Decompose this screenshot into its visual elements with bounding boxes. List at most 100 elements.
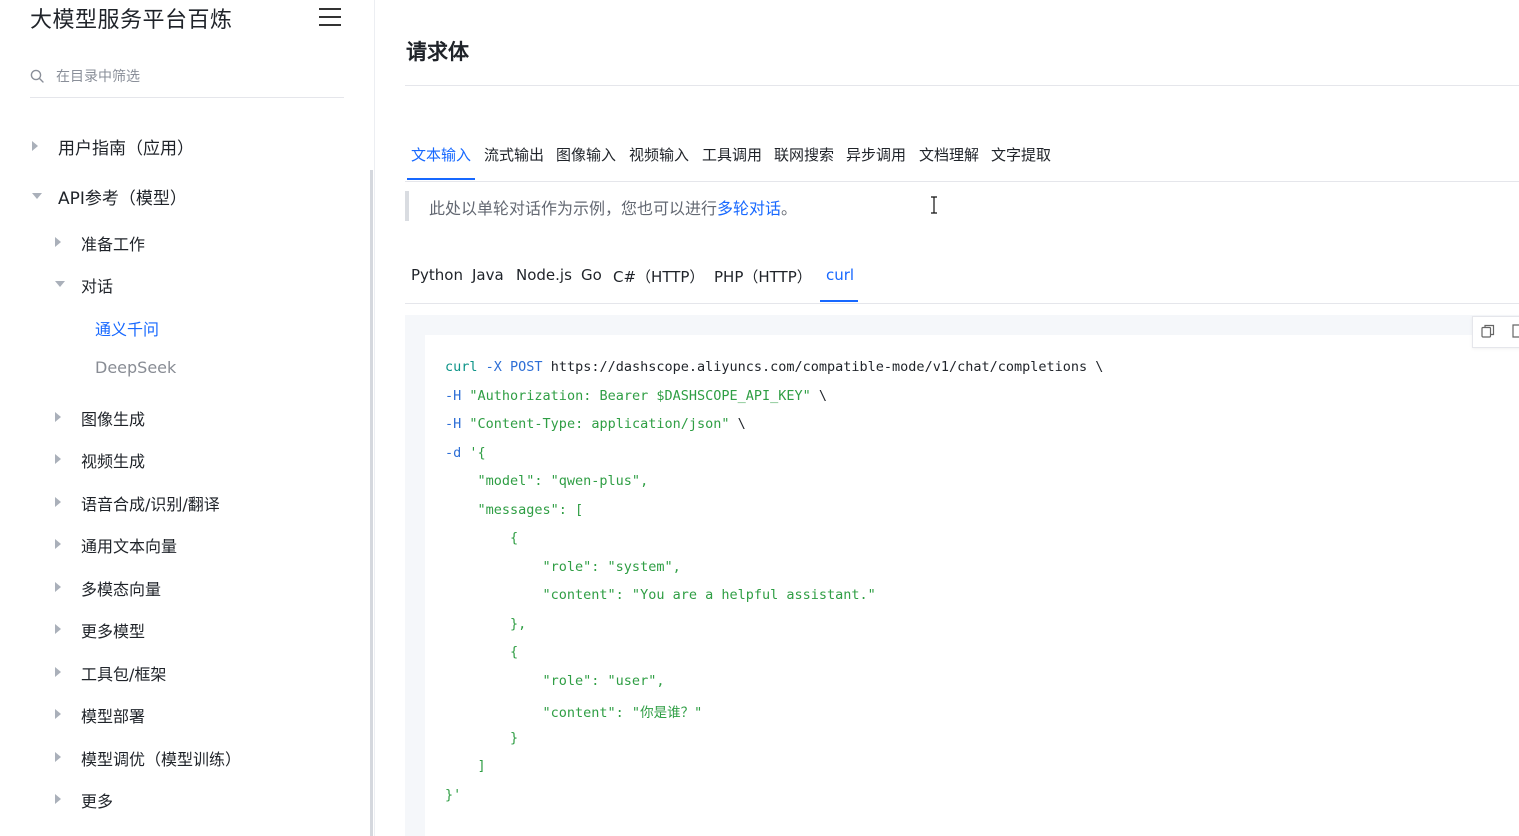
code-line: "messages": [ [445,501,584,522]
caret-right-icon [55,539,61,549]
language-tabs: Python Java Node.js Go C#（HTTP） PHP（HTTP） curl [405,262,1519,304]
multi-turn-link[interactable]: 多轮对话 [717,199,781,218]
sidebar-item-label: 语音合成/识别/翻译 [81,495,220,514]
language-tab[interactable]: PHP（HTTP） [714,266,812,287]
sidebar-item[interactable]: 工具包/框架 [0,661,360,684]
sidebar-item[interactable]: 通用文本向量 [0,533,360,556]
code-line: -d '{ [445,445,486,465]
code-token: -H [445,387,462,404]
copy-icon[interactable] [1481,324,1495,338]
active-tab-indicator [407,178,475,180]
code-token: "role": "user", [445,672,665,689]
sidebar-item-label: 用户指南（应用） [58,139,194,159]
divider [405,85,1519,86]
tab-item[interactable]: 图像输入 [556,144,616,165]
code-token: \ [729,416,746,432]
code-line: "content": "You are a helpful assistant.… [445,587,876,607]
sidebar-item-label: 模型部署 [81,707,146,726]
sidebar: 大模型服务平台百炼 用户指南（应用） API参考（模型） 准备工作对话通义千问 Dee… [0,0,375,836]
example-tabs: 文本输入 流式输出 图像输入 视频输入 工具调用 联网搜索 异步调用 文档理解 文字提取 [405,140,1519,182]
notice-suffix: 。 [781,199,798,218]
language-tab[interactable]: C#（HTTP） [613,266,704,287]
text-cursor-icon [931,196,937,214]
code-line: "role": "user", [445,672,665,693]
code-token: "content": "你是谁？" [445,705,703,721]
sidebar-item[interactable]: 通义千问 [0,316,360,339]
sidebar-search [30,58,344,98]
caret-right-icon [55,237,61,247]
sidebar-item[interactable]: 更多模型 [0,618,360,641]
search-icon [30,69,44,83]
language-tab[interactable]: Go [581,266,602,284]
tab-item[interactable]: 工具调用 [702,144,762,165]
code-token: -H [445,416,462,432]
expand-icon[interactable] [1511,324,1519,338]
code-line: { [445,644,518,664]
code-line: "role": "system", [445,559,681,579]
sidebar-item-label: 图像生成 [81,410,146,429]
caret-right-icon [55,454,61,464]
catalog-filter-input[interactable] [56,64,336,90]
notice-body: 此处以单轮对话作为示例，您也可以进行 [429,199,718,218]
code-token: "role": "system", [445,558,681,575]
tab-item[interactable]: 视频输入 [629,144,689,165]
code-token: }, [445,615,527,632]
sidebar-item-label: 模型调优（模型训练） [81,750,242,769]
sidebar-item-label: 准备工作 [81,235,146,254]
sidebar-item-label: 通义千问 [95,320,160,339]
code-token: ] [445,758,486,774]
code-line: }, [445,616,526,636]
sidebar-item-label: 通用文本向量 [81,537,178,556]
code-block: curl -X POST https://dashscope.aliyuncs.… [405,315,1519,836]
sidebar-item[interactable]: 图像生成 [0,406,360,429]
sidebar-item[interactable]: 视频生成 [0,448,360,471]
caret-right-icon [55,582,61,592]
tab-item[interactable]: 流式输出 [484,144,544,165]
sidebar-item[interactable]: 对话 [0,273,360,296]
notice-quote: 此处以单轮对话作为示例，您也可以进行多轮对话。 [405,191,1109,221]
sidebar-item[interactable]: 模型部署 [0,703,360,726]
tab-item[interactable]: 异步调用 [846,144,906,165]
sidebar-item-label: API参考（模型） [58,189,187,209]
sidebar-item[interactable]: DeepSeek [0,358,360,380]
tab-item[interactable]: 文档理解 [919,144,979,165]
code-content[interactable]: curl -X POST https://dashscope.aliyuncs.… [425,335,1519,836]
sidebar-scrollbar[interactable] [370,170,373,836]
active-language-indicator [820,300,858,302]
sidebar-item[interactable]: 模型调优（模型训练） [0,746,360,769]
tab-item[interactable]: 文本输入 [411,144,471,165]
language-tab[interactable]: Java [472,266,504,284]
language-tab[interactable]: curl [826,266,854,284]
language-tab[interactable]: Node.js [516,266,572,284]
sidebar-item-label: 视频生成 [81,452,146,471]
code-line: { [445,530,518,550]
code-token: "messages": [ [445,501,584,518]
code-token: https://dashscope.aliyuncs.com/compatibl… [542,359,1104,375]
code-line: "content": "你是谁？" [445,701,703,721]
caret-down-icon [32,193,42,199]
code-token: { [445,644,519,660]
code-token: -X POST [485,359,543,375]
sidebar-item[interactable]: 语音合成/识别/翻译 [0,491,360,514]
sidebar-item-label: 对话 [81,277,114,296]
sidebar-item[interactable]: API参考（模型） [0,184,360,209]
tab-item[interactable]: 文字提取 [991,144,1051,165]
code-token: }' [445,786,462,803]
code-token: { [445,530,519,546]
language-tab[interactable]: Python [411,266,463,284]
sidebar-item-label: 工具包/框架 [81,665,167,684]
brand-title: 大模型服务平台百炼 [30,8,233,33]
section-title: 请求体 [406,40,469,64]
caret-right-icon [55,497,61,507]
sidebar-item[interactable]: 多模态向量 [0,576,360,599]
sidebar-item[interactable]: 用户指南（应用） [0,134,360,159]
caret-right-icon [55,624,61,634]
hamburger-menu-icon[interactable] [319,7,341,27]
sidebar-item-label: 多模态向量 [81,580,162,599]
caret-right-icon [32,141,38,151]
sidebar-item[interactable]: 更多 [0,788,360,811]
sidebar-item[interactable]: 准备工作 [0,231,360,254]
sidebar-item-label: DeepSeek [95,358,177,377]
tab-item[interactable]: 联网搜索 [774,144,834,165]
